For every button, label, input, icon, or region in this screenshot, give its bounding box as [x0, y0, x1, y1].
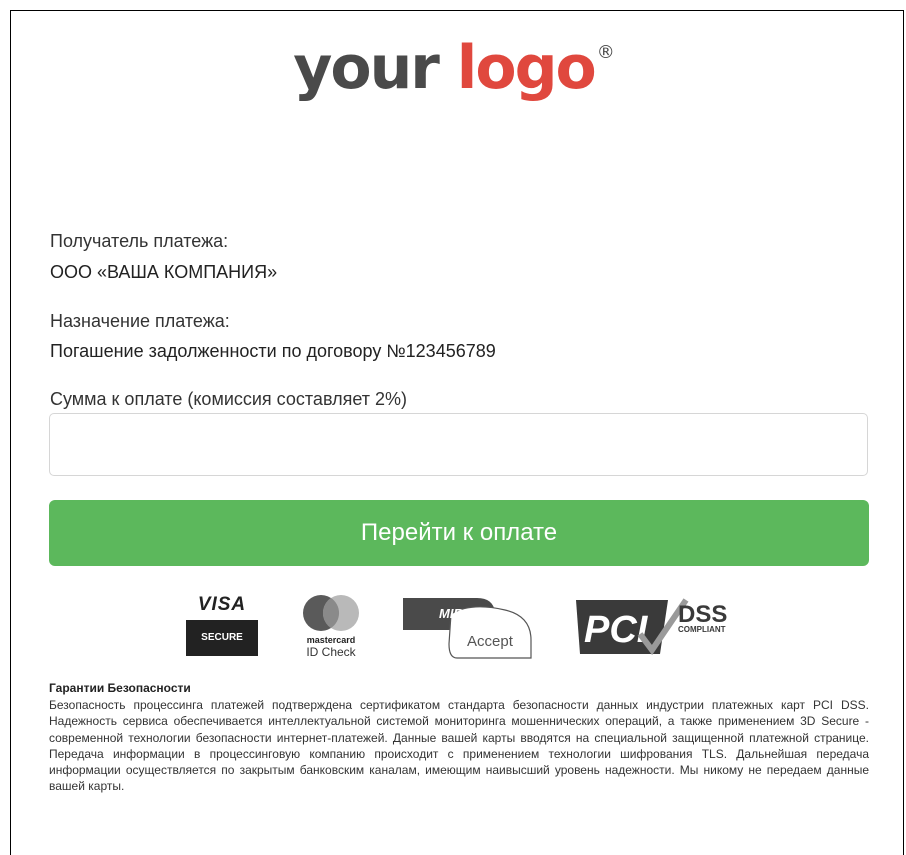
mir-brand-text: MIR — [439, 606, 463, 621]
logo-word-logo: logo — [456, 33, 597, 103]
amount-input[interactable] — [50, 414, 867, 475]
purpose-label: Назначение платежа: — [50, 311, 230, 331]
pci-dss-icon: PCI DSS COMPLIANT — [576, 598, 727, 656]
pci-dss-text: DSS — [678, 601, 727, 628]
registered-mark: ® — [596, 42, 615, 63]
visa-secure-text: SECURE — [186, 620, 258, 656]
amount-input-wrapper[interactable] — [49, 413, 868, 476]
visa-secure-icon: VISA SECURE — [186, 594, 258, 656]
recipient-value: ООО «ВАША КОМПАНИЯ» — [50, 262, 278, 282]
mastercard-id-check-icon: mastercard ID Check — [298, 594, 364, 659]
security-text: Безопасность процессинга платежей подтве… — [49, 698, 869, 794]
amount-label: Сумма к оплате (комиссия составляет 2%) — [50, 389, 408, 409]
mir-accept-icon: MIR Accept — [403, 598, 532, 659]
mir-accept-text: Accept — [467, 633, 514, 650]
visa-brand-text: VISA — [197, 594, 247, 615]
pci-compliant-text: COMPLIANT — [678, 625, 726, 634]
mastercard-circles-icon — [303, 595, 359, 631]
pci-brand-text: PCI — [584, 609, 649, 651]
logo-word-your: your — [293, 33, 440, 103]
payment-security-badges: VISA SECURE mastercard ID Check MIR Acce… — [0, 594, 906, 664]
purpose-value: Погашение задолженности по договору №123… — [50, 341, 496, 361]
pay-button[interactable]: Перейти к оплате — [49, 500, 869, 566]
mastercard-id-check-text: ID Check — [306, 645, 356, 659]
security-title: Гарантии Безопасности — [49, 681, 191, 695]
recipient-label: Получатель платежа: — [50, 231, 229, 251]
company-logo: your logo ® — [0, 38, 906, 98]
mastercard-brand-text: mastercard — [306, 635, 356, 645]
